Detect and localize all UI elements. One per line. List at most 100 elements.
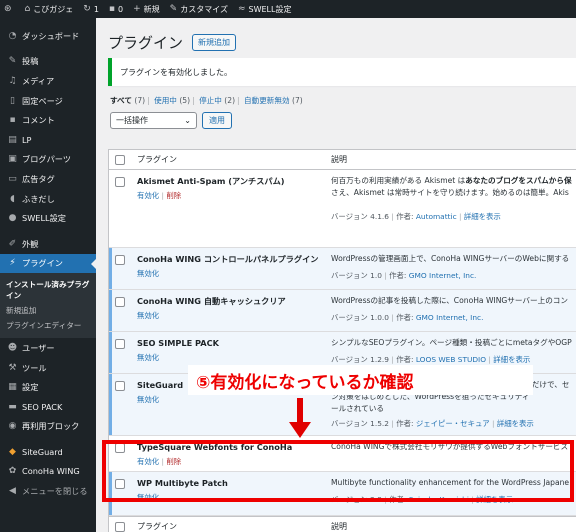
document-icon: ▤ (8, 134, 17, 145)
menu-blog-parts[interactable]: ▣ ブログパーツ (0, 150, 96, 170)
submenu-installed-plugins[interactable]: インストール済みプラグイン (0, 277, 96, 303)
author-link[interactable]: LOOS WEB STUDIO (416, 355, 486, 364)
author-link[interactable]: Automattic (416, 212, 457, 221)
chevron-down-icon: ⌄ (184, 116, 191, 125)
plugin-checkbox[interactable] (115, 381, 125, 391)
details-link[interactable]: 詳細を表示 (497, 419, 534, 428)
filter-active[interactable]: 使用中 (154, 96, 177, 105)
menu-dashboard[interactable]: ◔ ダッシュボード (0, 26, 96, 46)
blog-parts-icon: ▣ (8, 154, 17, 165)
folder-icon: ▭ (8, 173, 17, 184)
menu-conoha-wing[interactable]: ✿ ConoHa WING (0, 462, 96, 482)
table-header: プラグイン 説明 (109, 150, 576, 170)
balloon-icon: ◖ (10, 193, 15, 204)
swell-icon: ≈ (237, 4, 246, 14)
siteguard-icon: ◆ (9, 446, 16, 457)
column-plugin-footer: プラグイン (137, 522, 177, 531)
conoha-icon: ✿ (8, 466, 17, 477)
deactivate-link[interactable]: 無効化 (137, 269, 159, 278)
select-all-checkbox-footer[interactable] (115, 521, 125, 532)
add-new-button[interactable]: 新規追加 (192, 34, 237, 51)
menu-appearance[interactable]: ✐ 外観 (0, 234, 96, 254)
dashboard-icon: ◔ (8, 30, 17, 41)
new-content-link[interactable]: + 新規 (133, 4, 160, 15)
plugin-row-conoha-control-panel: ConoHa WING コントロールパネルプラグイン 無効化 WordPress… (109, 248, 576, 290)
menu-plugins[interactable]: ⚡ プラグイン (0, 253, 96, 274)
select-all-checkbox[interactable] (115, 154, 125, 165)
plugin-icon: ⚡ (9, 258, 16, 269)
menu-pages[interactable]: ▯ 固定ページ (0, 91, 96, 111)
site-name-link[interactable]: ⌂ こびガジェ (25, 4, 74, 15)
swell-icon: ● (8, 213, 17, 224)
notice-text: プラグインを有効化しました。 (120, 67, 232, 77)
plugin-name: ConoHa WING 自動キャッシュクリア (137, 296, 286, 306)
menu-balloon[interactable]: ◖ ふきだし (0, 189, 96, 209)
plugin-name: ConoHa WING コントロールパネルプラグイン (137, 254, 319, 264)
author-link[interactable]: ジェイピー・セキュア (416, 419, 490, 428)
plugin-name: Akismet Anti-Spam (アンチスパム) (137, 176, 285, 186)
plugin-checkbox[interactable] (115, 297, 125, 307)
customize-link[interactable]: ✎ カスタマイズ (170, 4, 228, 15)
menu-tools[interactable]: ⚒ ツール (0, 358, 96, 378)
submenu-add-new[interactable]: 新規追加 (0, 303, 96, 318)
deactivate-link[interactable]: 無効化 (137, 353, 159, 362)
plugin-checkbox[interactable] (115, 177, 125, 187)
comment-icon: ▪ (108, 4, 116, 14)
column-description-footer: 説明 (331, 522, 347, 531)
menu-media[interactable]: ♫ メディア (0, 71, 96, 91)
plugin-name: SEO SIMPLE PACK (137, 338, 219, 348)
plugin-checkbox[interactable] (115, 255, 125, 265)
annotation-callout: ⑤有効化になっているか確認 (188, 365, 533, 395)
column-plugin-header: プラグイン (137, 155, 177, 164)
menu-swell-settings[interactable]: ● SWELL設定 (0, 208, 96, 228)
seo-icon: ▬ (8, 401, 17, 412)
details-link[interactable]: 詳細を表示 (464, 212, 501, 221)
plugin-row-akismet: Akismet Anti-Spam (アンチスパム) 有効化 | 削除 何百万も… (109, 170, 576, 248)
filter-inactive[interactable]: 停止中 (199, 96, 222, 105)
plugin-status-filters: すべて (7) | 使用中 (5) | 停止中 (2) | 自動更新無効 (7) (110, 96, 303, 105)
admin-sidebar: ◔ ダッシュボード ✎ 投稿 ♫ メディア ▯ 固定ページ ▪ コメント ▤ LP ▣ ブログ… (0, 18, 96, 532)
settings-icon: ▦ (8, 382, 17, 393)
menu-users[interactable]: ☻ ユーザー (0, 338, 96, 358)
apply-button[interactable]: 適用 (202, 112, 232, 129)
filter-auto-update-disabled[interactable]: 自動更新無効 (244, 96, 290, 105)
menu-siteguard[interactable]: ◆ SiteGuard (0, 442, 96, 462)
swell-settings-link[interactable]: ≈ SWELL設定 (238, 4, 292, 15)
collapse-menu-button[interactable]: ◀ メニューを閉じる (0, 481, 96, 501)
submenu-plugin-editor[interactable]: プラグインエディター (0, 318, 96, 333)
menu-seo-pack[interactable]: ▬ SEO PACK (0, 397, 96, 417)
page-icon: ▯ (10, 95, 15, 106)
menu-posts[interactable]: ✎ 投稿 (0, 52, 96, 72)
annotation-arrow-icon (289, 398, 311, 438)
author-link[interactable]: GMO Internet, Inc. (409, 271, 477, 280)
author-link[interactable]: GMO Internet, Inc. (416, 313, 484, 322)
wp-logo-icon[interactable]: ⊛ (4, 4, 15, 14)
menu-settings[interactable]: ▦ 設定 (0, 377, 96, 397)
plus-icon: + (133, 4, 141, 14)
bulk-actions: 一括操作 ⌄ 適用 (110, 112, 232, 129)
activate-link[interactable]: 有効化 (137, 191, 159, 200)
wrench-icon: ⚒ (8, 362, 17, 373)
comments-link[interactable]: ▪ 0 (109, 4, 123, 14)
menu-ad-tags[interactable]: ▭ 広告タグ (0, 169, 96, 189)
delete-link[interactable]: 削除 (166, 191, 181, 200)
page-heading: プラグイン 新規追加 (108, 32, 237, 53)
plugin-checkbox[interactable] (115, 339, 125, 349)
update-icon: ↻ (83, 4, 91, 14)
page-title: プラグイン (108, 34, 184, 52)
brush-icon: ✎ (169, 4, 178, 14)
deactivate-link[interactable]: 無効化 (137, 395, 159, 404)
updates-link[interactable]: ↻ 1 (83, 4, 99, 14)
pin-icon: ✎ (8, 56, 17, 67)
deactivate-link[interactable]: 無効化 (137, 311, 159, 320)
reusable-block-icon: ◉ (8, 421, 17, 432)
bulk-action-select[interactable]: 一括操作 ⌄ (110, 112, 197, 129)
menu-lp[interactable]: ▤ LP (0, 130, 96, 150)
menu-comments[interactable]: ▪ コメント (0, 110, 96, 130)
collapse-icon: ◀ (9, 486, 16, 497)
details-link[interactable]: 詳細を表示 (493, 355, 530, 364)
menu-reusable-blocks[interactable]: ◉ 再利用ブロック (0, 417, 96, 437)
filter-all[interactable]: すべて (110, 96, 132, 105)
annotation-highlight-box (102, 440, 574, 502)
plugins-submenu: インストール済みプラグイン 新規追加 プラグインエディター (0, 273, 96, 339)
